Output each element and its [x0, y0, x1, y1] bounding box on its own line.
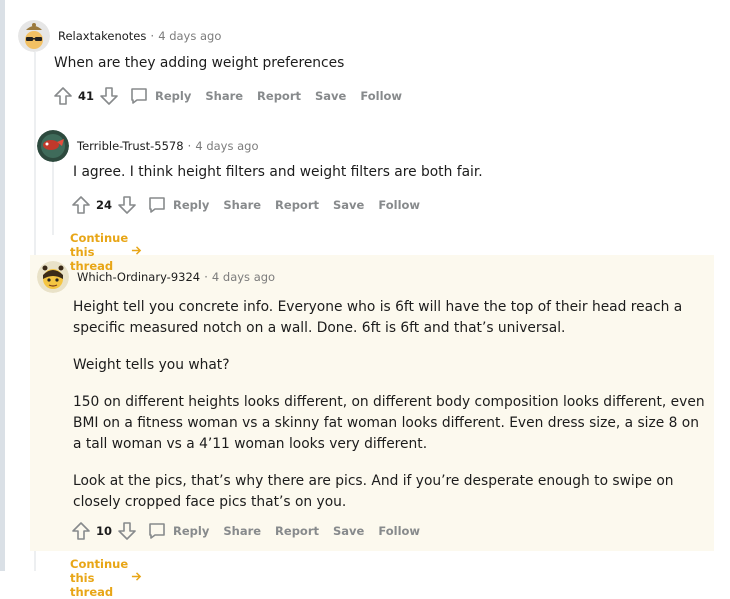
follow-button[interactable]: Follow [360, 89, 402, 103]
comment-body: Height tell you concrete info. Everyone … [73, 297, 707, 513]
vote-count: 41 [78, 89, 95, 103]
comment-author[interactable]: Terrible-Trust-5578 [77, 139, 184, 153]
thread-line[interactable] [52, 155, 54, 235]
reply-button[interactable]: Reply [146, 194, 209, 216]
comment-body: When are they adding weight preferences [54, 53, 694, 74]
report-button[interactable]: Report [257, 89, 301, 103]
separator-dot: · [204, 270, 208, 284]
comment-paragraph: When are they adding weight preferences [54, 55, 345, 71]
save-button[interactable]: Save [333, 524, 364, 538]
comment-paragraph: Height tell you concrete info. Everyone … [73, 299, 683, 336]
save-button[interactable]: Save [315, 89, 346, 103]
avatar[interactable] [37, 130, 69, 162]
reply-label: Reply [173, 198, 210, 212]
reply-button[interactable]: Reply [128, 85, 191, 107]
reply-label: Reply [173, 524, 210, 538]
comment-time[interactable]: 4 days ago [158, 29, 221, 43]
comment-thread: Relaxtakenotes · 4 days ago When are the… [0, 0, 730, 599]
avatar[interactable] [18, 20, 50, 52]
continue-thread-label: Continue this thread [70, 557, 129, 599]
comment-actions: 24 Reply Share Report Save Follow [70, 193, 420, 217]
save-button[interactable]: Save [333, 198, 364, 212]
comment-bubble-icon [128, 85, 150, 107]
comment-time[interactable]: 4 days ago [195, 139, 258, 153]
comment-bubble-icon [146, 520, 168, 542]
comment-paragraph: I agree. I think height filters and weig… [73, 164, 483, 180]
report-button[interactable]: Report [275, 524, 319, 538]
comment-header: Which-Ordinary-9324 · 4 days ago [37, 261, 275, 293]
upvote-icon[interactable] [70, 520, 92, 542]
left-edge-bar [0, 0, 5, 571]
continue-thread-link[interactable]: Continue this thread [70, 557, 142, 599]
reply-label: Reply [155, 89, 192, 103]
comment-author[interactable]: Relaxtakenotes [58, 29, 146, 43]
comment-body: I agree. I think height filters and weig… [73, 162, 703, 183]
comment-header: Relaxtakenotes · 4 days ago [18, 20, 221, 52]
comment-paragraph: Weight tells you what? [73, 357, 230, 373]
follow-button[interactable]: Follow [378, 524, 420, 538]
arrow-right-icon [131, 571, 142, 585]
comment-paragraph: 150 on different heights looks different… [73, 394, 705, 452]
reply-button[interactable]: Reply [146, 520, 209, 542]
downvote-icon[interactable] [116, 194, 138, 216]
comment-bubble-icon [146, 194, 168, 216]
upvote-icon[interactable] [52, 85, 74, 107]
comment-header: Terrible-Trust-5578 · 4 days ago [37, 130, 259, 162]
upvote-icon[interactable] [70, 194, 92, 216]
share-button[interactable]: Share [223, 198, 261, 212]
separator-dot: · [187, 139, 192, 153]
comment-time[interactable]: 4 days ago [212, 270, 275, 284]
vote-count: 24 [96, 198, 113, 212]
share-button[interactable]: Share [223, 524, 261, 538]
share-button[interactable]: Share [205, 89, 243, 103]
follow-button[interactable]: Follow [378, 198, 420, 212]
downvote-icon[interactable] [98, 85, 120, 107]
downvote-icon[interactable] [116, 520, 138, 542]
comment-author[interactable]: Which-Ordinary-9324 [77, 270, 200, 284]
separator-dot: · [150, 29, 155, 43]
arrow-right-icon [131, 245, 142, 259]
vote-count: 10 [96, 524, 113, 538]
report-button[interactable]: Report [275, 198, 319, 212]
comment-actions: 41 Reply Share Report Save Follow [52, 84, 402, 108]
avatar[interactable] [37, 261, 69, 293]
comment-paragraph: Look at the pics, that’s why there are p… [73, 473, 674, 510]
comment-actions: 10 Reply Share Report Save Follow [70, 519, 420, 543]
